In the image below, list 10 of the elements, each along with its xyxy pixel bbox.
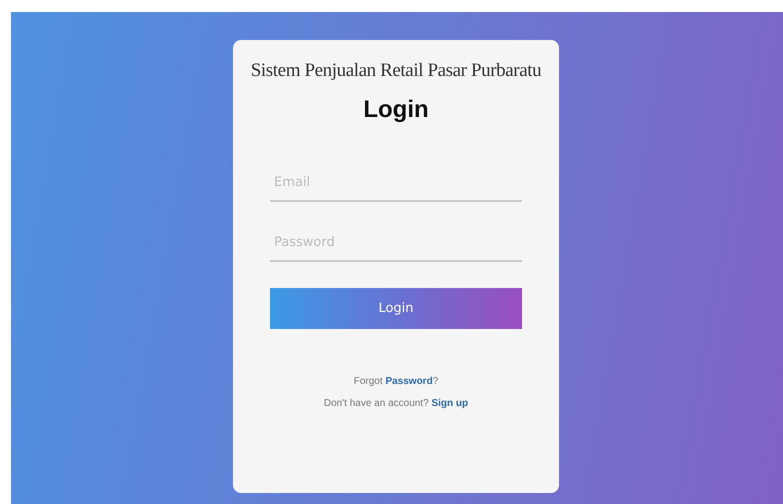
login-heading: Login xyxy=(363,96,429,124)
login-button[interactable]: Login xyxy=(270,288,522,329)
forgot-text: Forgot xyxy=(354,376,384,387)
app-title: Sistem Penjualan Retail Pasar Purbaratu xyxy=(250,60,542,82)
question-mark-text: ? xyxy=(432,376,438,387)
signup-prompt: Don't have an account? xyxy=(324,398,430,409)
email-field[interactable]: Email xyxy=(270,164,522,202)
password-field[interactable]: Password xyxy=(270,224,522,262)
signup-link[interactable]: Sign up xyxy=(431,398,468,409)
password-link[interactable]: Password xyxy=(385,376,433,387)
